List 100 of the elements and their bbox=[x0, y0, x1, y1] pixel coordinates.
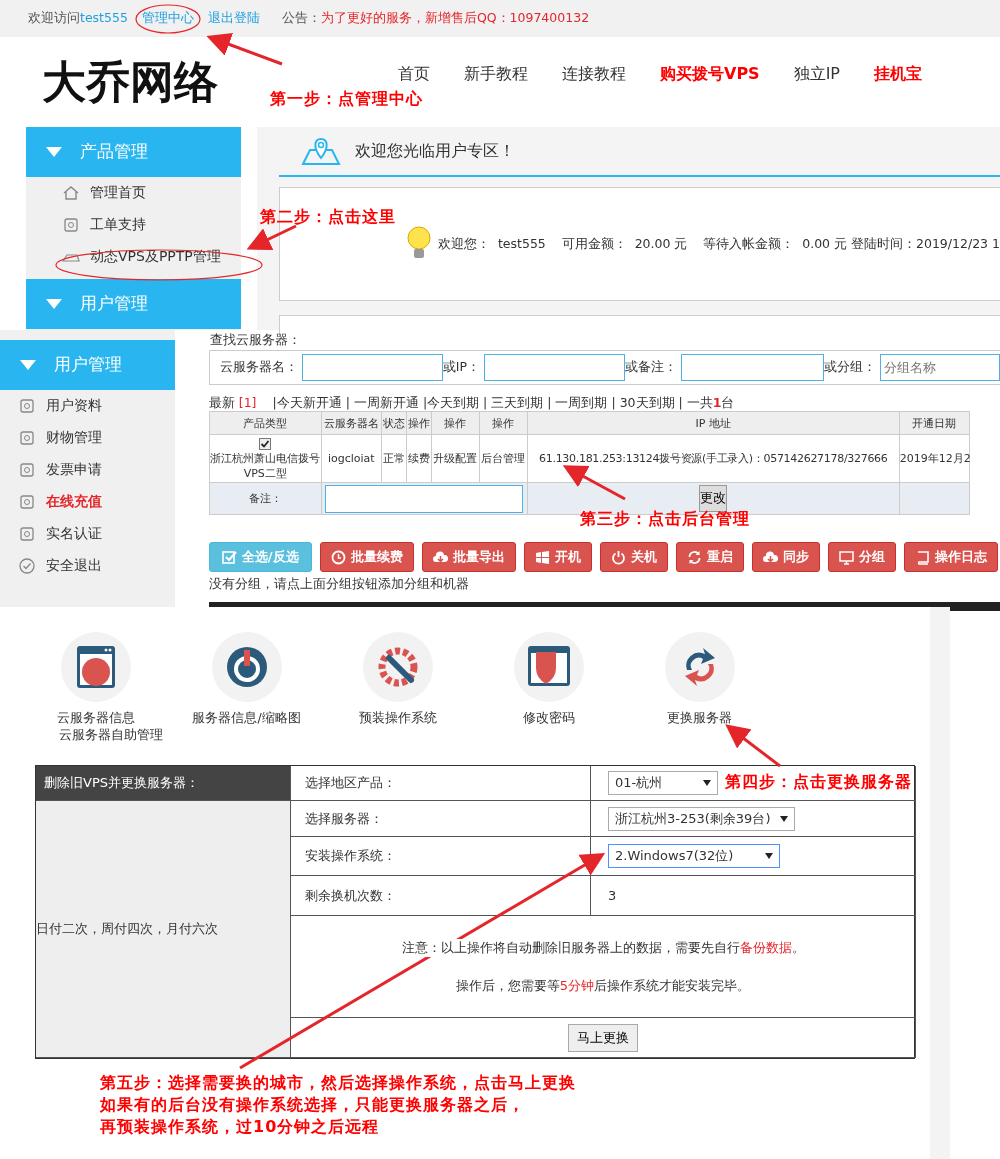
filter-link[interactable]: | 三天到期 bbox=[483, 395, 544, 410]
field-label: 云服务器名： bbox=[219, 359, 299, 376]
checkbox-icon bbox=[221, 549, 237, 565]
shield-window-icon[interactable] bbox=[513, 632, 584, 702]
sidebar-item[interactable]: 安全退出 bbox=[46, 557, 102, 575]
table-cell: 2019年12月2 bbox=[899, 434, 970, 483]
cloud-download-icon bbox=[762, 549, 778, 565]
action-button[interactable]: 批量续费 bbox=[319, 542, 414, 572]
windows-icon bbox=[534, 549, 550, 565]
welcome-title: 欢迎您光临用户专区！ bbox=[355, 140, 515, 162]
total-text: | 一共1台 bbox=[678, 395, 735, 410]
field-label: 选择服务器： bbox=[305, 809, 383, 828]
swap-arrows-icon[interactable] bbox=[664, 632, 735, 702]
account-info: 欢迎您： test555 可用金额： 20.00 元 等待入帐金额： 0.00 元 登陆时间：2019/12/23 1 bbox=[438, 235, 1000, 253]
action-button[interactable]: 关机 bbox=[599, 542, 668, 572]
row-checkbox[interactable] bbox=[259, 438, 272, 450]
filter-link[interactable]: | 一周新开通 bbox=[345, 395, 419, 410]
group-title: 产品管理 bbox=[80, 141, 148, 163]
column-header: 开通日期 bbox=[899, 411, 970, 435]
filter-link[interactable]: | 一周到期 bbox=[547, 395, 608, 410]
column-header: 操作 bbox=[406, 411, 432, 435]
nav-link[interactable]: 连接教程 bbox=[562, 63, 626, 85]
submit-button[interactable]: 马上更换 bbox=[568, 1023, 638, 1052]
tool-label[interactable]: 服务器信息/缩略图 bbox=[192, 710, 301, 727]
arrow bbox=[246, 224, 297, 251]
group-title: 用户管理 bbox=[54, 354, 122, 376]
search-field[interactable] bbox=[681, 354, 824, 381]
search-field[interactable] bbox=[301, 354, 443, 381]
field-label: 选择地区产品： bbox=[305, 774, 396, 792]
nav-link[interactable]: 新手教程 bbox=[464, 63, 528, 85]
count-text: [1] bbox=[238, 395, 257, 410]
sidebar-item[interactable]: 工单支持 bbox=[90, 216, 146, 234]
field-label: 或备注： bbox=[625, 359, 678, 376]
step-annotation: 第一步：点管理中心 bbox=[270, 88, 423, 110]
table-cell: iogcloiat bbox=[321, 434, 382, 483]
monitor-icon bbox=[838, 549, 854, 565]
select-field[interactable]: 浙江杭州3-253(剩余39台) bbox=[608, 806, 796, 831]
sidebar-item[interactable]: 动态VPS及PPTP管理 bbox=[90, 248, 221, 266]
triangle-icon bbox=[46, 299, 62, 309]
column-header: 云服务器名 bbox=[321, 411, 382, 435]
home-icon bbox=[62, 184, 80, 202]
step-annotation: 第二步：点击这里 bbox=[260, 206, 396, 228]
action-button[interactable]: 开机 bbox=[523, 542, 592, 572]
arrow bbox=[725, 724, 781, 768]
column-header: 操作 bbox=[479, 411, 528, 435]
browser-globe-icon[interactable] bbox=[60, 632, 131, 702]
triangle-icon bbox=[46, 147, 62, 157]
field-label: 剩余换机次数： bbox=[305, 886, 396, 905]
sidebar-item[interactable]: 管理首页 bbox=[90, 184, 146, 202]
notice-text: 公告：为了更好的服务，新增售后QQ：1097400132 bbox=[281, 10, 590, 27]
tool-label[interactable]: 预装操作系统 bbox=[358, 710, 437, 727]
wrench-gear-icon[interactable] bbox=[362, 632, 433, 702]
nav-link[interactable]: 挂机宝 bbox=[874, 63, 922, 85]
group-title: 用户管理 bbox=[80, 293, 148, 315]
action-button[interactable]: 分组 bbox=[827, 542, 896, 572]
arrow bbox=[562, 465, 626, 501]
select-field[interactable]: 2.Windows7(32位) bbox=[608, 844, 780, 868]
nav-link[interactable]: 独立IP bbox=[793, 63, 840, 85]
cloud-upload-icon bbox=[432, 549, 448, 565]
tool-sublabel[interactable]: 云服务器自助管理 bbox=[58, 727, 163, 744]
sidebar-item[interactable]: 发票申请 bbox=[46, 461, 102, 479]
map-pin-icon bbox=[301, 136, 341, 166]
tool-label[interactable]: 更换服务器 bbox=[667, 710, 732, 727]
sidebar-item[interactable]: 实名认证 bbox=[46, 525, 102, 543]
logo[interactable]: 大乔网络 bbox=[42, 52, 218, 112]
search-field[interactable] bbox=[484, 354, 625, 381]
column-header: 操作 bbox=[431, 411, 480, 435]
table-cell: 61.130.181.253:13124拨号资源(手工录入)：057142627178/327666 bbox=[527, 434, 900, 483]
field-label: 安装操作系统： bbox=[305, 847, 396, 865]
sidebar-item[interactable]: 在线充值 bbox=[46, 493, 102, 511]
triangle-icon bbox=[20, 360, 36, 370]
filter-link[interactable]: |今天新开通 bbox=[272, 395, 342, 410]
field-value: 3 bbox=[608, 888, 617, 903]
search-title: 查找云服务器： bbox=[209, 331, 302, 349]
filter-link[interactable]: |今天到期 bbox=[422, 395, 480, 410]
search-field[interactable]: 分组名称 bbox=[880, 354, 1000, 381]
select-field[interactable]: 01-杭州 bbox=[608, 771, 718, 795]
field-label: 或IP： bbox=[442, 359, 481, 376]
nav-link[interactable]: 购买拨号VPS bbox=[660, 63, 760, 85]
sidebar-item[interactable]: 用户资料 bbox=[46, 397, 102, 415]
action-button[interactable]: 同步 bbox=[751, 542, 820, 572]
power-icon[interactable] bbox=[211, 632, 282, 702]
form-title: 删除旧VPS并更换服务器： bbox=[36, 766, 291, 801]
action-button[interactable]: 操作日志 bbox=[903, 542, 998, 572]
step-annotation: 如果有的后台没有操作系统选择，只能更换服务器之后， bbox=[100, 1094, 526, 1116]
column-header: IP 地址 bbox=[527, 411, 900, 435]
remark-field[interactable] bbox=[325, 484, 524, 513]
filter-link[interactable]: | 30天到期 bbox=[611, 395, 675, 410]
action-button[interactable]: 重启 bbox=[675, 542, 744, 572]
action-button[interactable]: 批量导出 bbox=[421, 542, 516, 572]
table-cell: 正常 bbox=[381, 434, 407, 483]
nav-link[interactable]: 首页 bbox=[398, 63, 430, 85]
table-cell: 浙江杭州萧山电信拨号VPS二型 bbox=[210, 452, 321, 480]
sidebar-item[interactable]: 财物管理 bbox=[46, 429, 102, 447]
power-icon bbox=[610, 549, 626, 565]
tool-label[interactable]: 云服务器信息 bbox=[56, 710, 135, 727]
welcome-text: 欢迎访问test555 bbox=[28, 10, 128, 27]
tool-label[interactable]: 修改密码 bbox=[522, 710, 575, 727]
refresh-icon bbox=[686, 549, 702, 565]
filter-link[interactable]: 最新 bbox=[208, 395, 235, 410]
